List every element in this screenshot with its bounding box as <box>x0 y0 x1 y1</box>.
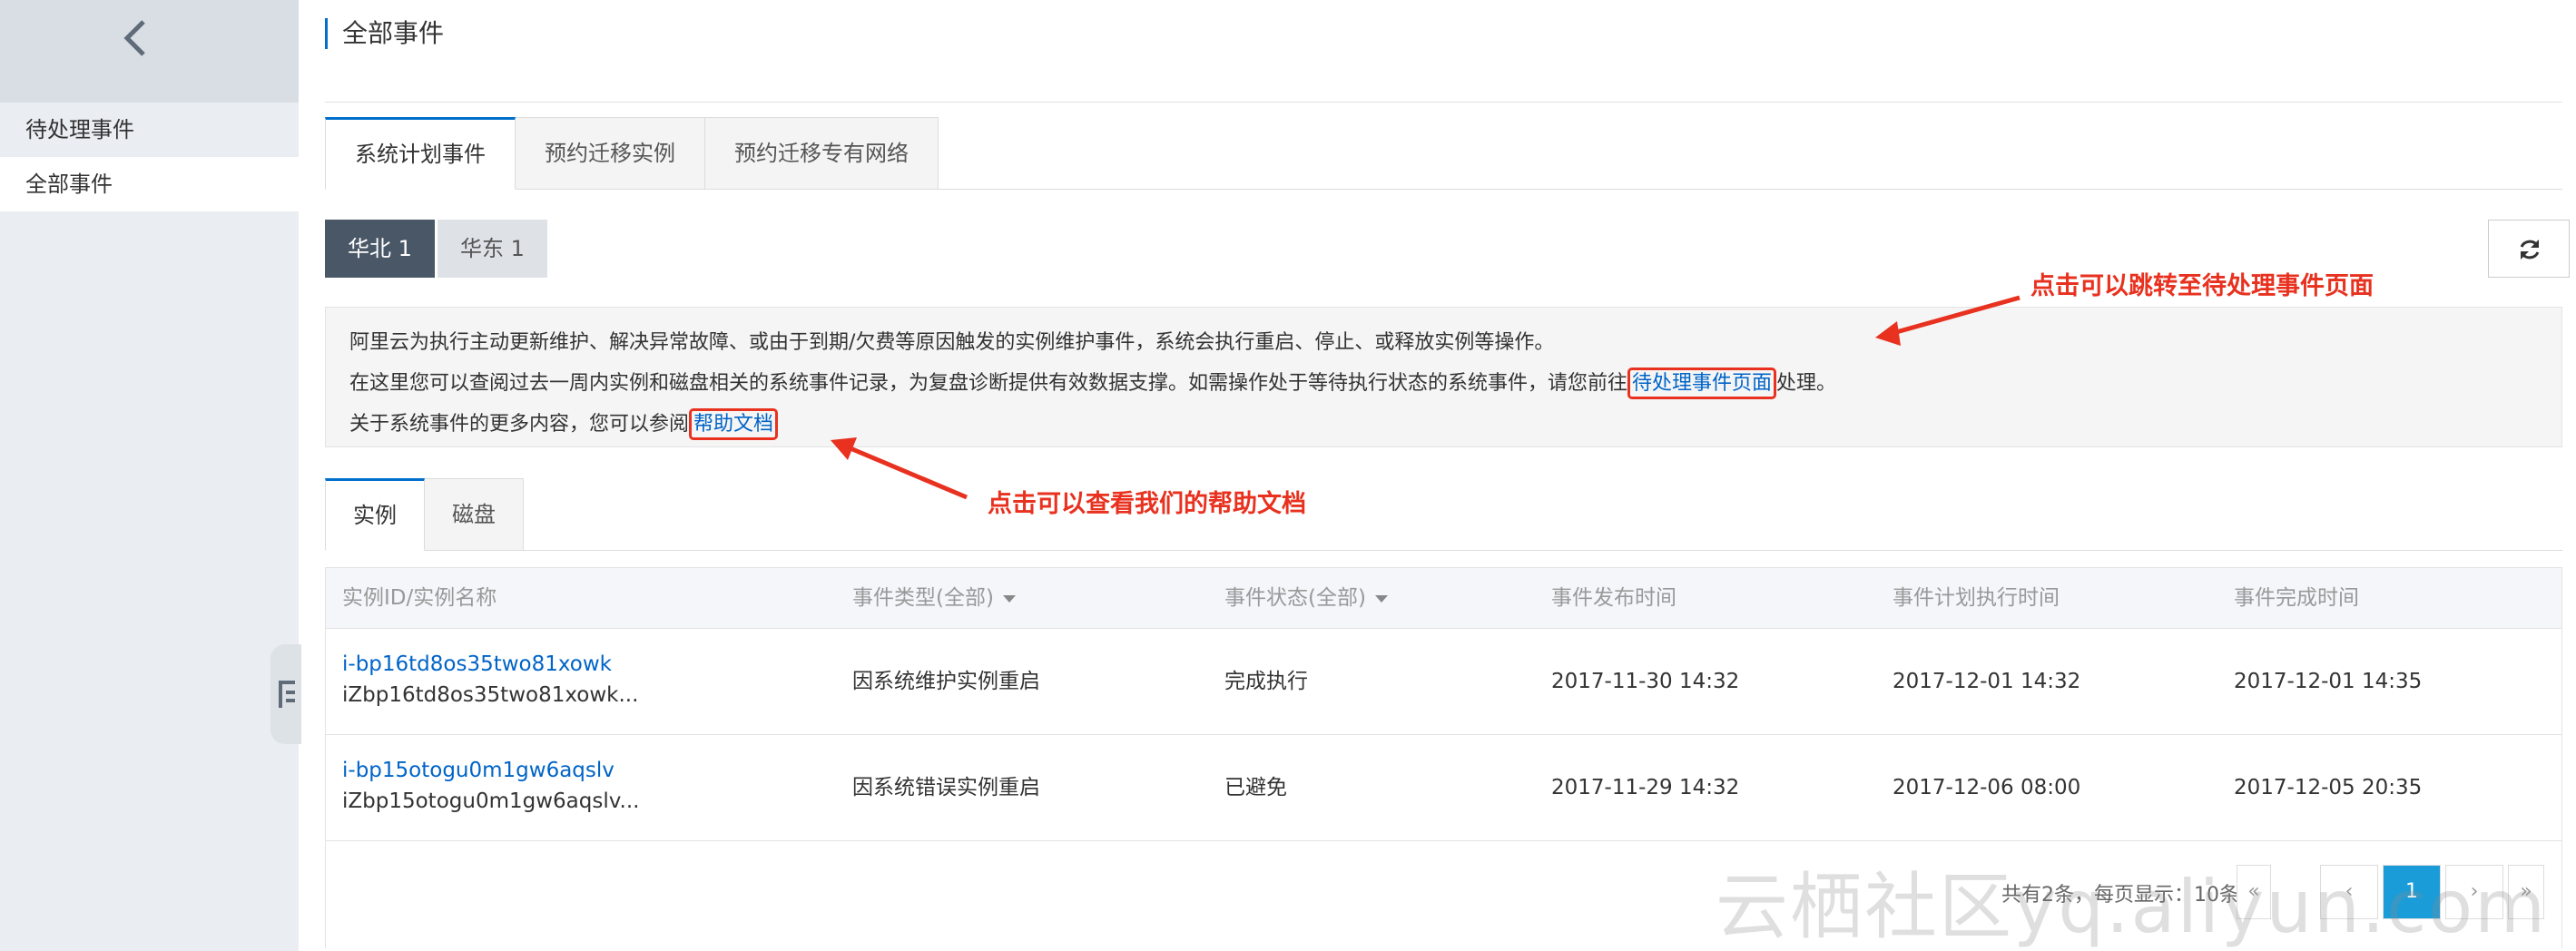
event-status-cell: 完成执行 <box>1224 670 1308 693</box>
region-button-east-1[interactable]: 华东 1 <box>438 220 547 278</box>
page-title: 全部事件 <box>325 18 444 49</box>
sidebar-toggle-handle[interactable] <box>270 644 301 744</box>
pagination-info: 共有2条，每页显示：10条 <box>2001 884 2239 907</box>
sub-tabs-divider <box>325 550 2562 551</box>
sidebar-collapse-button[interactable] <box>0 0 299 103</box>
help-docs-link[interactable]: 帮助文档 <box>689 408 779 440</box>
table-row: i-bp16td8os35two81xowk iZbp16td8os35two8… <box>326 629 2561 735</box>
notice-line-2-text: 在这里您可以查阅过去一周内实例和磁盘相关的系统事件记录，为复盘诊断提供有效数据支… <box>349 372 1628 395</box>
pagination-first-button[interactable]: « <box>2237 865 2271 919</box>
column-header-completed-time: 事件完成时间 <box>2234 586 2359 610</box>
notice-line-1: 阿里云为执行主动更新维护、解决异常故障、或由于到期/欠费等原因触发的实例维护事件… <box>349 331 1555 354</box>
instance-name: iZbp16td8os35two81xowk... <box>342 683 639 707</box>
column-header-planned-time: 事件计划执行时间 <box>1893 586 2060 610</box>
column-header-published-time: 事件发布时间 <box>1551 586 1676 610</box>
column-header-instance: 实例ID/实例名称 <box>342 586 497 610</box>
main-tabs: 系统计划事件 预约迁移实例 预约迁移专有网络 <box>325 117 939 190</box>
tab-instances[interactable]: 实例 <box>325 478 425 551</box>
caret-down-icon <box>1374 594 1388 603</box>
published-time-cell: 2017-11-29 14:32 <box>1551 776 1740 799</box>
pagination-last-button[interactable]: » <box>2508 865 2544 919</box>
header-divider <box>325 102 2562 103</box>
region-button-north-1[interactable]: 华北 1 <box>325 220 435 278</box>
column-header-event-type-label: 事件类型(全部) <box>852 586 994 610</box>
instance-cell: i-bp15otogu0m1gw6aqslv iZbp15otogu0m1gw6… <box>342 735 640 841</box>
side-toggle-icon <box>279 681 295 708</box>
annotation-arrow-bottom <box>845 444 968 500</box>
sidebar-item-all-events[interactable]: 全部事件 <box>0 157 299 211</box>
instance-id-link[interactable]: i-bp16td8os35two81xowk <box>342 649 638 680</box>
completed-time-cell: 2017-12-05 20:35 <box>2234 776 2423 799</box>
published-time-cell: 2017-11-30 14:32 <box>1551 670 1740 693</box>
tab-scheduled-migration-vpc[interactable]: 预约迁移专有网络 <box>704 117 939 190</box>
instance-cell: i-bp16td8os35two81xowk iZbp16td8os35two8… <box>342 629 638 735</box>
sub-tabs: 实例 磁盘 <box>325 478 524 551</box>
tab-scheduled-migration-instances[interactable]: 预约迁移实例 <box>515 117 705 190</box>
event-status-cell: 已避免 <box>1224 776 1287 799</box>
planned-time-cell: 2017-12-06 08:00 <box>1893 776 2081 799</box>
notice-line-3-text: 关于系统事件的更多内容，您可以参阅 <box>349 413 690 436</box>
table-header: 实例ID/实例名称 事件类型(全部) 事件状态(全部) 事件发布时间 事件计划执… <box>326 568 2561 629</box>
column-header-event-type[interactable]: 事件类型(全部) <box>852 568 1016 628</box>
annotation-pending-page: 点击可以跳转至待处理事件页面 <box>2030 272 2374 300</box>
column-header-event-status[interactable]: 事件状态(全部) <box>1224 568 1388 628</box>
column-header-event-status-label: 事件状态(全部) <box>1224 586 1366 610</box>
event-type-cell: 因系统维护实例重启 <box>852 670 1040 693</box>
tab-system-planned-events[interactable]: 系统计划事件 <box>325 117 516 190</box>
event-type-cell: 因系统错误实例重启 <box>852 776 1040 799</box>
notice-line-3: 关于系统事件的更多内容，您可以参阅 帮助文档 <box>349 404 2538 445</box>
pending-events-page-link[interactable]: 待处理事件页面 <box>1627 368 1777 399</box>
notice-line-2-suffix: 处理。 <box>1776 372 1837 395</box>
refresh-button[interactable] <box>2488 220 2570 278</box>
chevron-left-icon <box>123 20 145 56</box>
notice-line-2: 在这里您可以查阅过去一周内实例和磁盘相关的系统事件记录，为复盘诊断提供有效数据支… <box>349 363 2538 404</box>
planned-time-cell: 2017-12-01 14:32 <box>1893 670 2081 693</box>
sidebar-item-pending-events[interactable]: 待处理事件 <box>0 103 299 157</box>
instance-id-link[interactable]: i-bp15otogu0m1gw6aqslv <box>342 755 640 786</box>
instance-name: iZbp15otogu0m1gw6aqslv... <box>342 789 640 813</box>
annotation-help-docs: 点击可以查看我们的帮助文档 <box>988 490 1306 518</box>
table-row: i-bp15otogu0m1gw6aqslv iZbp15otogu0m1gw6… <box>326 735 2561 841</box>
sidebar: 待处理事件 全部事件 <box>0 0 299 951</box>
completed-time-cell: 2017-12-01 14:35 <box>2234 670 2423 693</box>
pagination-next-button[interactable]: › <box>2445 865 2503 919</box>
tab-disks[interactable]: 磁盘 <box>424 478 524 551</box>
pagination-page-1[interactable]: 1 <box>2383 865 2441 919</box>
notice-box: 阿里云为执行主动更新维护、解决异常故障、或由于到期/欠费等原因触发的实例维护事件… <box>325 307 2562 447</box>
caret-down-icon <box>1002 594 1016 603</box>
refresh-icon <box>2520 240 2540 260</box>
pagination-prev-button[interactable]: ‹ <box>2320 865 2378 919</box>
